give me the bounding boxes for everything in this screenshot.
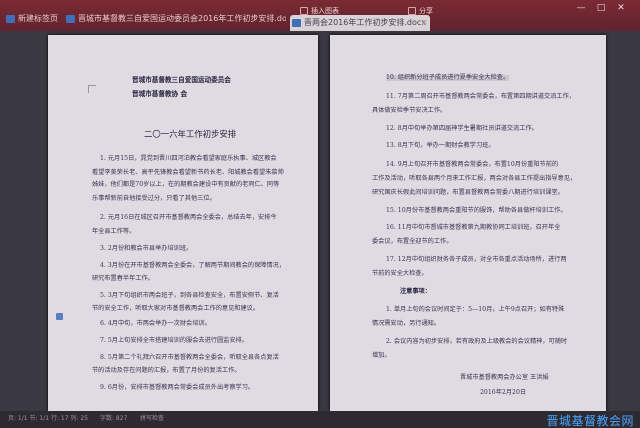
body-line: 3. 2月份和教会市县举办培训班。 — [100, 245, 193, 252]
body-line: 10. 组织新分班子成员进行夏季安全大检查。 — [386, 74, 510, 82]
document-title: 二〇一六年工作初步安排 — [144, 129, 237, 139]
body-line: 11. 7月第二周召开市基督教两会常委会，布置第四期讲道交流工作， — [386, 93, 575, 100]
document-workspace: 晋城市基督教三自爱国运动委员会 晋城市基督教协 会 二〇一六年工作初步安排 1.… — [0, 31, 640, 411]
body-line: 增加。 — [372, 352, 391, 359]
org-name-line-2: 晋城市基督教协 会 — [132, 90, 188, 98]
body-line: 研究布置春半年工作。 — [92, 275, 154, 282]
page-info: 页: 1/1 节: 1/1 行: 17 列: 25 — [8, 415, 89, 422]
body-line: 4. 3月份在开市基督教两会全委会，了解两节期间教会的保障情况， — [100, 262, 286, 269]
tab-new[interactable]: 新建标签页 — [4, 12, 60, 26]
body-line: 9. 6月份，安排市基督教两会常委会成员外出考察学习。 — [100, 384, 255, 391]
close-window-button[interactable]: ✕ — [614, 2, 628, 14]
tab-label: 晋两会2016年工作初步安排.docx — [304, 18, 427, 27]
body-line: 情况需安动，另行通知。 — [372, 320, 441, 327]
signature-line: 晋城市基督教两会办公室 王洪娟 — [460, 374, 549, 381]
minimize-icon: — — [576, 3, 586, 13]
paragraph-marker-icon[interactable] — [56, 313, 63, 320]
body-line: 研究国庆长假此间培训问题，布置县督教两会常委八期进行培训课堂。 — [372, 189, 564, 196]
close-tab-icon[interactable]: ✕ — [421, 15, 428, 31]
body-line: 年全县工作等。 — [92, 228, 136, 235]
body-line: 12. 8月中旬举办第四届神学生暑期社员讲道交流工作。 — [386, 125, 538, 132]
body-line: 节的安全工作，听取大家对市基督教两会工作的意见和建议。 — [92, 305, 260, 312]
body-line: 5. 3月下旬组织市两会班子，到各县检查安全，布置安侧节、复活 — [100, 292, 279, 299]
body-line: 15. 10月份市基督教两会重阳节的服饰，帮助各县做杆培训工作。 — [386, 207, 567, 214]
document-page-left[interactable]: 晋城市基督教三自爱国运动委员会 晋城市基督教协 会 二〇一六年工作初步安排 1.… — [48, 35, 318, 411]
word-count[interactable]: 字数: 827 — [100, 414, 127, 424]
body-line: 姊妹，他们都是70岁以上，在的期教会建设中有贡献的老同仁、同等 — [92, 181, 280, 188]
body-line: 具体做安检季节安决工作。 — [372, 107, 447, 114]
body-line: 8. 5月第二个礼拜六召开市基督教两会全委会，听取全县各点复活 — [100, 354, 279, 361]
tab-document-1[interactable]: 晋城市基督教三自爱国运动委员会2016年工作初步安排.docx — [64, 12, 286, 26]
share-icon — [408, 7, 416, 15]
margin-corner-mark — [88, 85, 96, 93]
body-line: 1. 元月15日，晁党到晋川四河泊教会看望家庭乐执事、城区教会 — [100, 155, 277, 162]
body-line: 7. 5月上旬安排全市搭建培训的服会去进行圆监安排。 — [100, 337, 248, 344]
notes-heading: 注意事项： — [400, 288, 431, 295]
body-line: 乐事帮新前自他接受过分，只看了其他三位。 — [92, 195, 216, 202]
body-line: 工作及活动，听取各县两个月来工作汇报，两会对各县工作提出指导意见， — [372, 175, 577, 182]
body-line: 委会议，布置全迎节的工作。 — [372, 238, 453, 245]
body-line: 节前的安全大检查。 — [372, 270, 428, 277]
close-icon: ✕ — [617, 3, 625, 13]
tab-document-2[interactable]: 晋两会2016年工作初步安排.docx ✕ — [290, 15, 430, 31]
maximize-button[interactable]: □ — [594, 2, 608, 14]
body-line: 13. 8月下旬，举办一期财会教学习班。 — [386, 142, 495, 149]
insert-chart-label: 插入图表 — [311, 7, 339, 15]
body-line: 6. 4月中旬，市两会举办一次财会培训。 — [100, 320, 211, 327]
body-line: 17. 12月中旬组织财务各子成员，对全市各重点活动场所，进行两 — [386, 256, 567, 263]
body-line: 节的活动及存在问题的汇报，布置了月份的复活工作。 — [92, 367, 241, 374]
tab-label: 晋城市基督教三自爱国运动委员会2016年工作初步安排.docx — [78, 14, 286, 23]
body-line: 16. 11月中旬市督城市基督教第九期教协同工培训班，召开年全 — [386, 224, 561, 231]
document-icon — [6, 15, 15, 23]
document-icon — [292, 19, 301, 27]
share-label: 分享 — [419, 7, 433, 15]
body-line: 2. 会议内容为初步安排，若有政府及上级教会的会议精神，可随时 — [386, 338, 568, 345]
document-page-right[interactable]: 10. 组织新分班子成员进行夏季安全大检查。 11. 7月第二周召开市基督教两会… — [330, 35, 606, 411]
document-icon — [66, 15, 75, 23]
minimize-button[interactable]: — — [574, 2, 588, 14]
chart-icon — [300, 7, 308, 15]
watermark-text: 晋城基督教会网 — [546, 414, 634, 428]
maximize-icon: □ — [596, 3, 606, 13]
body-line: 14. 9月上旬召开市基督教两会常委会，布置10月份重阳节前的 — [386, 161, 559, 168]
tab-label: 新建标签页 — [18, 14, 58, 23]
tab-bar: 插入图表 分享 — □ ✕ 新建标签页 晋城市基督教三自爱国运动委员会2016年… — [0, 0, 640, 34]
body-line: 1. 单月上旬的会议时间定于：5—10月，上午9点召开；如有特殊 — [386, 306, 565, 313]
status-bar: 页: 1/1 节: 1/1 行: 17 列: 25 字数: 827 拼写检查 晋… — [0, 411, 640, 428]
body-line: 看望李美荣长老、高平先锋教会看望新书药长老、阳城教会看望朱慕帅 — [92, 169, 284, 176]
body-line: 2. 元月16日在城区召开市基督教两会全委会，总结去年，安排今 — [100, 214, 277, 221]
spell-check[interactable]: 拼写检查 — [140, 414, 164, 424]
date-line: 2016年2月20日 — [480, 389, 527, 396]
org-name-line-1: 晋城市基督教三自爱国运动委员会 — [132, 76, 231, 84]
